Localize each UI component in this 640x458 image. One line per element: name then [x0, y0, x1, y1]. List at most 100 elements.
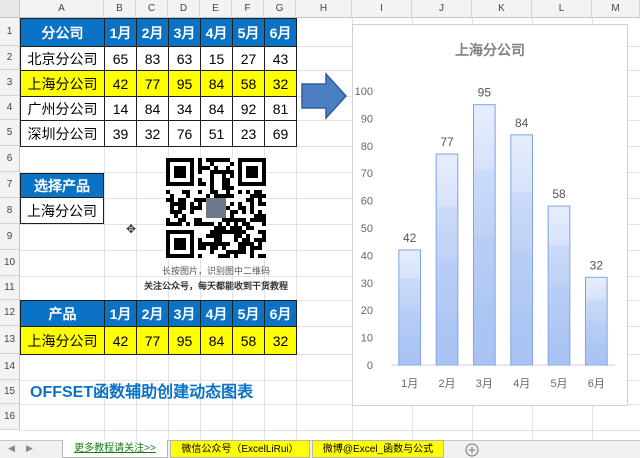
table2-header-cell[interactable]: 2月 — [136, 300, 169, 327]
row-header-6[interactable]: 6 — [0, 146, 20, 172]
column-header-h[interactable]: H — [296, 0, 352, 18]
table2-header-cell[interactable]: 1月 — [104, 300, 137, 327]
sheet-tab-1[interactable]: 更多教程请关注>> — [62, 440, 168, 458]
table1-header-cell[interactable]: 6月 — [264, 18, 297, 47]
row-header-13[interactable]: 13 — [0, 326, 20, 354]
table1-value-cell[interactable]: 39 — [104, 120, 137, 147]
x-tick-label: 1月 — [401, 378, 418, 390]
spreadsheet-grid[interactable]: ABCDEFGHIJKLM 1 2 3 4 5 6 7 8 9 10 11 12 13 14 15 16 分公… — [0, 0, 640, 440]
row-header-12[interactable]: 12 — [0, 300, 20, 326]
row-header-15[interactable]: 15 — [0, 380, 20, 404]
bar-band — [586, 343, 607, 365]
table1-value-cell[interactable]: 65 — [104, 46, 137, 71]
x-tick-label: 6月 — [588, 378, 605, 390]
table1-value-cell[interactable]: 32 — [264, 70, 297, 97]
data-label: 32 — [590, 258, 604, 272]
table1-value-cell[interactable]: 92 — [232, 96, 265, 121]
qr-code-icon — [166, 158, 266, 258]
table1-row-label[interactable]: 上海分公司 — [20, 70, 105, 97]
row-header-3[interactable]: 3 — [0, 70, 20, 96]
sheet-title: OFFSET函数辅助创建动态图表 — [30, 384, 254, 401]
table2-value-cell[interactable]: 42 — [104, 326, 137, 355]
column-chart[interactable]: 上海分公司 0 10 20 30 40 50 60 70 80 90 100 42 1月 77 2月 95 3月 8… — [352, 24, 628, 406]
column-header-k[interactable]: K — [472, 0, 532, 18]
row-header-11[interactable]: 11 — [0, 276, 20, 300]
table1-value-cell[interactable]: 63 — [168, 46, 201, 71]
table1-value-cell[interactable]: 34 — [168, 96, 201, 121]
table1-header-cell[interactable]: 分公司 — [20, 18, 105, 47]
table1-value-cell[interactable]: 76 — [168, 120, 201, 147]
column-header-m[interactable]: M — [592, 0, 640, 18]
column-header-a[interactable]: A — [20, 0, 104, 18]
select-product-label: 选择产品 — [20, 173, 104, 198]
table1-value-cell[interactable]: 42 — [104, 70, 137, 97]
row-header-5[interactable]: 5 — [0, 120, 20, 146]
table1-value-cell[interactable]: 27 — [232, 46, 265, 71]
data-label: 95 — [478, 86, 492, 100]
table1-value-cell[interactable]: 95 — [168, 70, 201, 97]
table1-value-cell[interactable]: 84 — [136, 96, 169, 121]
table1-value-cell[interactable]: 14 — [104, 96, 137, 121]
select-product-dropdown[interactable]: 上海分公司 — [20, 197, 104, 224]
qr-caption-line1: 长按图片，识别图中二维码 — [161, 266, 270, 276]
table1-row-label[interactable]: 广州分公司 — [20, 96, 105, 121]
row-header-9[interactable]: 9 — [0, 224, 20, 250]
table1-value-cell[interactable]: 84 — [200, 96, 233, 121]
row-header-16[interactable]: 16 — [0, 404, 20, 430]
column-header-b[interactable]: B — [104, 0, 136, 18]
row-header-7[interactable]: 7 — [0, 172, 20, 198]
tab-scroll-right-icon[interactable]: ▶ — [26, 443, 33, 454]
plus-circle-icon[interactable] — [465, 443, 479, 457]
table1-header-cell[interactable]: 2月 — [136, 18, 169, 47]
table1-row-label[interactable]: 北京分公司 — [20, 46, 105, 71]
table1-value-cell[interactable]: 77 — [136, 70, 169, 97]
sheet-tab-2[interactable]: 微信公众号（ExcelLiRui） — [170, 440, 310, 458]
table1-value-cell[interactable]: 58 — [232, 70, 265, 97]
sheet-tab-bar: ◀ ▶ 更多教程请关注>> 微信公众号（ExcelLiRui） 微博@Excel_函… — [0, 440, 640, 458]
table1-header-cell[interactable]: 5月 — [232, 18, 265, 47]
row-header-10[interactable]: 10 — [0, 250, 20, 276]
table2-header-cell[interactable]: 6月 — [264, 300, 297, 327]
table2-header-cell[interactable]: 产品 — [20, 300, 105, 327]
row-header-14[interactable]: 14 — [0, 354, 20, 380]
table1-value-cell[interactable]: 23 — [232, 120, 265, 147]
table2-header-cell[interactable]: 5月 — [232, 300, 265, 327]
row-header-4[interactable]: 4 — [0, 96, 20, 120]
column-header-l[interactable]: L — [532, 0, 592, 18]
row-header-2[interactable]: 2 — [0, 46, 20, 70]
table2-value-cell[interactable]: 95 — [168, 326, 201, 355]
table2-row-label[interactable]: 上海分公司 — [20, 326, 105, 355]
table2-value-cell[interactable]: 32 — [264, 326, 297, 355]
table1-value-cell[interactable]: 84 — [200, 70, 233, 97]
table2-value-cell[interactable]: 84 — [200, 326, 233, 355]
column-header-g[interactable]: G — [264, 0, 296, 18]
row-header-8[interactable]: 8 — [0, 198, 20, 224]
table1-row-label[interactable]: 深圳分公司 — [20, 120, 105, 147]
column-header-d[interactable]: D — [168, 0, 200, 18]
table1-header-cell[interactable]: 4月 — [200, 18, 233, 47]
table2-header-cell[interactable]: 3月 — [168, 300, 201, 327]
tab-scroll-left-icon[interactable]: ◀ — [8, 443, 15, 454]
table1-header-cell[interactable]: 3月 — [168, 18, 201, 47]
sheet-tab-3[interactable]: 微博@Excel_函数与公式 — [312, 440, 444, 458]
column-header-i[interactable]: I — [352, 0, 412, 18]
column-header-j[interactable]: J — [412, 0, 472, 18]
table1-value-cell[interactable]: 83 — [136, 46, 169, 71]
bar-band — [474, 299, 495, 365]
column-header-f[interactable]: F — [232, 0, 264, 18]
table1-value-cell[interactable]: 51 — [200, 120, 233, 147]
table1-value-cell[interactable]: 15 — [200, 46, 233, 71]
table1-value-cell[interactable]: 81 — [264, 96, 297, 121]
table2-value-cell[interactable]: 77 — [136, 326, 169, 355]
column-header-e[interactable]: E — [200, 0, 232, 18]
chart-title: 上海分公司 — [455, 42, 525, 58]
table2-header-cell[interactable]: 4月 — [200, 300, 233, 327]
table1-value-cell[interactable]: 32 — [136, 120, 169, 147]
table2-value-cell[interactable]: 58 — [232, 326, 265, 355]
select-all-corner[interactable] — [0, 0, 20, 18]
column-header-c[interactable]: C — [136, 0, 168, 18]
table1-value-cell[interactable]: 43 — [264, 46, 297, 71]
table1-value-cell[interactable]: 69 — [264, 120, 297, 147]
table1-header-cell[interactable]: 1月 — [104, 18, 137, 47]
row-header-1[interactable]: 1 — [0, 18, 20, 46]
